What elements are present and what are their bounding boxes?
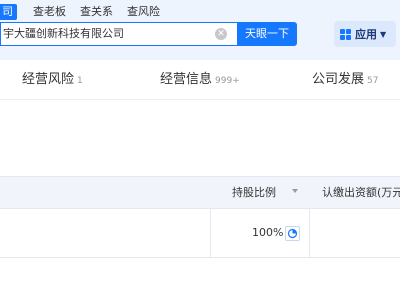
tab-label: 经营信息: [160, 72, 213, 87]
pie-chart-icon[interactable]: [285, 226, 300, 241]
nav-tab-relation[interactable]: 查关系: [80, 4, 113, 20]
search-input[interactable]: 宇大疆创新科技有限公司 ✕: [0, 22, 237, 46]
tab-count: 999+: [215, 76, 240, 86]
top-header: 司 查老板 查关系 查风险 宇大疆创新科技有限公司 ✕ 天眼一下 应用 ▼: [0, 0, 400, 60]
tab-label: 经营风险: [22, 72, 75, 87]
sort-icon[interactable]: [292, 189, 298, 193]
shareholder-table: 持股比例 认缴出资额(万元 100%: [0, 176, 400, 258]
column-header-subscribed-capital: 认缴出资额(万元: [322, 186, 400, 199]
chevron-down-icon: ▼: [380, 29, 387, 39]
table-header: 持股比例 认缴出资额(万元: [0, 176, 400, 209]
tab-label: 公司发展: [312, 72, 365, 87]
search-category-tabs: 司 查老板 查关系 查风险: [0, 4, 174, 20]
column-divider: [210, 209, 211, 257]
share-ratio-value: 100%: [252, 226, 284, 239]
tab-business-info[interactable]: 经营信息 999+: [160, 61, 240, 99]
column-divider: [309, 209, 310, 257]
nav-tab-risk[interactable]: 查风险: [127, 4, 160, 20]
search-input-value: 宇大疆创新科技有限公司: [3, 27, 124, 40]
search-button[interactable]: 天眼一下: [237, 22, 297, 46]
grid-icon: [340, 28, 351, 40]
nav-tab-boss[interactable]: 查老板: [33, 4, 66, 20]
tab-company-development[interactable]: 公司发展 57: [312, 61, 378, 99]
section-tabs: 经营风险 1 经营信息 999+ 公司发展 57: [0, 61, 400, 100]
clear-icon[interactable]: ✕: [215, 28, 227, 40]
column-header-share-ratio[interactable]: 持股比例: [232, 177, 276, 208]
apps-label: 应用: [355, 28, 377, 41]
table-row: 100%: [0, 209, 400, 258]
nav-tab-company[interactable]: 司: [0, 4, 17, 20]
tab-count: 1: [77, 76, 83, 86]
tab-business-risk[interactable]: 经营风险 1: [22, 61, 83, 99]
tab-count: 57: [367, 76, 379, 86]
apps-button[interactable]: 应用 ▼: [334, 21, 396, 47]
